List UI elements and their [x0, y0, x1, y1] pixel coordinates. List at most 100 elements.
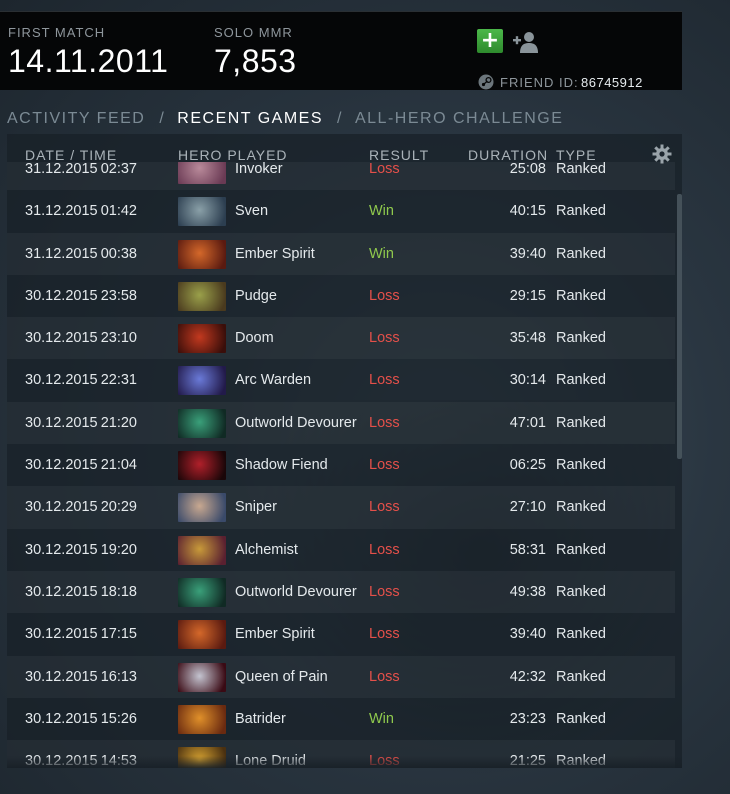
row-hero-name: Queen of Pain — [235, 668, 328, 685]
header-result[interactable]: RESULT — [369, 147, 429, 163]
hero-portrait — [178, 451, 226, 481]
friend-id-value: 86745912 — [581, 75, 643, 90]
row-hero-name: Ember Spirit — [235, 245, 315, 262]
row-time: 18:18 — [100, 583, 137, 600]
row-date: 31.12.2015 — [25, 203, 98, 220]
table-row[interactable]: 30.12.2015 15:26 Batrider Win 23:23 Ranked — [7, 698, 675, 740]
first-match-value: 14.11.2011 — [8, 43, 169, 79]
hero-portrait — [178, 620, 226, 650]
row-date: 30.12.2015 — [25, 287, 98, 304]
add-party-icon[interactable] — [512, 30, 542, 54]
row-hero-name: Pudge — [235, 287, 277, 304]
row-duration: 58:31 — [509, 541, 546, 558]
hero-portrait — [178, 281, 226, 311]
table-row[interactable]: 31.12.2015 01:42 Sven Win 40:15 Ranked — [7, 190, 675, 232]
row-type: Ranked — [556, 287, 606, 304]
table-row[interactable]: 30.12.2015 17:15 Ember Spirit Loss 39:40 Rank… — [7, 613, 675, 655]
row-date: 30.12.2015 — [25, 583, 98, 600]
row-hero-name: Sven — [235, 203, 269, 220]
row-hero-name: Outworld Devourer — [235, 583, 357, 600]
row-result: Loss — [369, 583, 400, 600]
row-result: Loss — [369, 626, 400, 643]
panel-bottom-fade — [7, 756, 682, 768]
row-result: Loss — [369, 457, 400, 474]
hero-portrait — [178, 577, 226, 607]
row-time: 15:26 — [100, 710, 137, 727]
row-result: Loss — [369, 541, 400, 558]
tab-all-hero-challenge[interactable]: ALL-HERO CHALLENGE — [355, 110, 563, 128]
recent-games-panel: 31.12.2015 02:37 Invoker Loss 25:08 Ranked 31.… — [7, 134, 682, 768]
row-result: Win — [369, 203, 394, 220]
row-duration: 47:01 — [509, 414, 546, 431]
row-time: 01:42 — [100, 203, 137, 220]
row-hero-name: Doom — [235, 330, 274, 347]
tab-recent-games[interactable]: RECENT GAMES — [177, 110, 323, 128]
row-type: Ranked — [556, 414, 606, 431]
profile-header: FIRST MATCH 14.11.2011 SOLO MMR 7,853 + … — [0, 11, 682, 90]
hero-portrait — [178, 662, 226, 692]
row-type: Ranked — [556, 203, 606, 220]
solo-mmr-label: SOLO MMR — [214, 25, 293, 40]
table-row[interactable]: 30.12.2015 23:10 Doom Loss 35:48 Ranked — [7, 317, 675, 360]
row-hero-name: Alchemist — [235, 541, 298, 558]
row-type: Ranked — [556, 330, 606, 347]
table-row[interactable]: 31.12.2015 00:38 Ember Spirit Win 39:40 Ranke… — [7, 232, 675, 275]
row-result: Loss — [369, 499, 400, 516]
gear-icon[interactable] — [652, 144, 672, 164]
tab-activity-feed[interactable]: ACTIVITY FEED — [7, 110, 145, 128]
row-date: 30.12.2015 — [25, 457, 98, 474]
row-date: 30.12.2015 — [25, 710, 98, 727]
row-date: 30.12.2015 — [25, 414, 98, 431]
row-type: Ranked — [556, 668, 606, 685]
header-duration[interactable]: DURATION — [468, 147, 548, 163]
row-time: 17:15 — [100, 626, 137, 643]
table-row[interactable]: 30.12.2015 23:58 Pudge Loss 29:15 Ranked — [7, 275, 675, 317]
solo-mmr-value: 7,853 — [214, 43, 297, 79]
row-result: Loss — [369, 668, 400, 685]
steam-icon — [478, 74, 494, 90]
row-duration: 27:10 — [509, 499, 546, 516]
row-date: 30.12.2015 — [25, 626, 98, 643]
header-date-time[interactable]: DATE / TIME — [25, 147, 117, 163]
row-type: Ranked — [556, 457, 606, 474]
row-duration: 39:40 — [509, 245, 546, 262]
scrollbar[interactable] — [677, 194, 682, 459]
header-hero-played[interactable]: HERO PLAYED — [178, 147, 288, 163]
row-duration: 39:40 — [509, 626, 546, 643]
header-type[interactable]: TYPE — [556, 147, 597, 163]
tab-separator: / — [337, 110, 343, 127]
add-friend-button[interactable]: + — [477, 29, 503, 53]
games-list[interactable]: 31.12.2015 02:37 Invoker Loss 25:08 Ranked 31.… — [7, 162, 675, 768]
row-time: 00:38 — [100, 245, 137, 262]
row-time: 23:58 — [100, 287, 137, 304]
row-date: 30.12.2015 — [25, 541, 98, 558]
row-time: 22:31 — [100, 372, 137, 389]
row-type: Ranked — [556, 626, 606, 643]
hero-portrait — [178, 704, 226, 734]
row-date: 31.12.2015 — [25, 245, 98, 262]
row-time: 16:13 — [100, 668, 137, 685]
row-type: Ranked — [556, 583, 606, 600]
table-row[interactable]: 30.12.2015 22:31 Arc Warden Loss 30:14 Ranked — [7, 359, 675, 401]
row-type: Ranked — [556, 541, 606, 558]
row-hero-name: Arc Warden — [235, 372, 312, 389]
hero-portrait — [178, 535, 226, 565]
row-date: 30.12.2015 — [25, 372, 98, 389]
row-duration: 42:32 — [509, 668, 546, 685]
first-match-label: FIRST MATCH — [8, 25, 106, 40]
hero-portrait — [178, 366, 226, 396]
hero-portrait — [178, 324, 226, 354]
table-row[interactable]: 30.12.2015 21:20 Outworld Devourer Loss 47:0… — [7, 401, 675, 445]
hero-portrait — [178, 239, 226, 269]
table-row[interactable]: 30.12.2015 20:29 Sniper Loss 27:10 Ranked — [7, 486, 675, 529]
table-row[interactable]: 30.12.2015 16:13 Queen of Pain Loss 42:32 Ran… — [7, 655, 675, 698]
table-row[interactable]: 30.12.2015 19:20 Alchemist Loss 58:31 Ranked — [7, 529, 675, 571]
row-duration: 06:25 — [509, 457, 546, 474]
row-type: Ranked — [556, 499, 606, 516]
row-hero-name: Sniper — [235, 499, 277, 516]
row-hero-name: Shadow Fiend — [235, 457, 328, 474]
table-row[interactable]: 30.12.2015 21:04 Shadow Fiend Loss 06:25 Rank… — [7, 444, 675, 486]
row-date: 30.12.2015 — [25, 330, 98, 347]
table-row[interactable]: 30.12.2015 18:18 Outworld Devourer Loss 49:3… — [7, 570, 675, 614]
row-time: 23:10 — [100, 330, 137, 347]
